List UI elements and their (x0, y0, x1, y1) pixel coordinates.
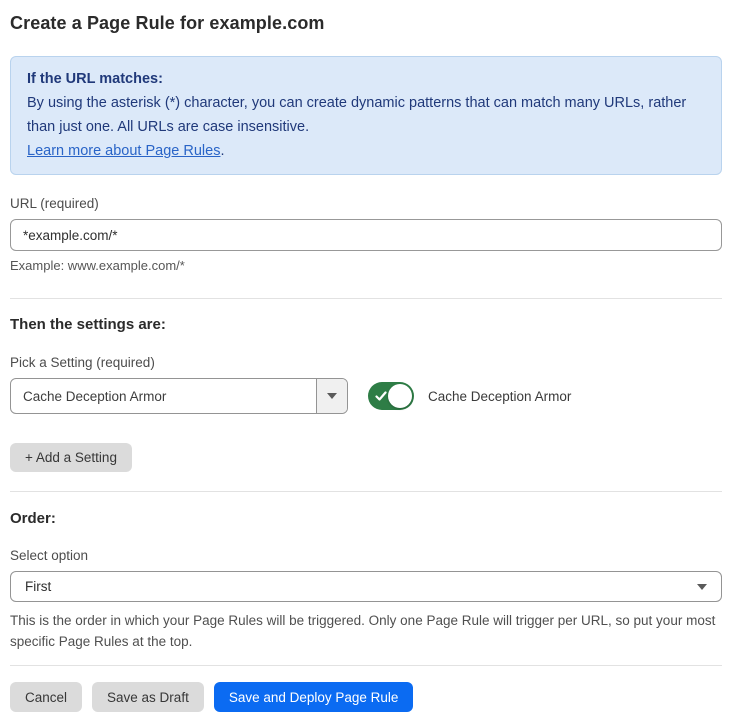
learn-more-link[interactable]: Learn more about Page Rules (27, 143, 220, 159)
setting-toggle-label: Cache Deception Armor (428, 389, 571, 404)
order-select-value: First (25, 579, 51, 594)
info-heading: If the URL matches: (27, 67, 705, 91)
order-helper: This is the order in which your Page Rul… (10, 610, 722, 652)
check-icon (375, 390, 387, 402)
order-select-label: Select option (10, 548, 722, 563)
section-divider (10, 491, 722, 492)
section-divider (10, 665, 722, 666)
dropdown-arrow-icon (327, 393, 337, 399)
setting-picker-value: Cache Deception Armor (11, 379, 316, 413)
setting-row: Cache Deception Armor Cache Deception Ar… (10, 378, 722, 414)
save-draft-button[interactable]: Save as Draft (92, 682, 204, 712)
url-helper: Example: www.example.com/* (10, 258, 722, 273)
footer-actions: Cancel Save as Draft Save and Deploy Pag… (10, 682, 722, 712)
setting-picker-arrow-button[interactable] (316, 379, 347, 413)
section-divider (10, 298, 722, 299)
add-setting-button[interactable]: + Add a Setting (10, 443, 132, 472)
order-heading: Order: (10, 510, 722, 527)
info-callout: If the URL matches: By using the asteris… (10, 56, 722, 175)
info-body: By using the asterisk (*) character, you… (27, 91, 705, 139)
page-title: Create a Page Rule for example.com (10, 13, 722, 34)
toggle-knob (388, 384, 412, 408)
setting-picker-label: Pick a Setting (required) (10, 355, 722, 370)
order-select[interactable]: First (10, 571, 722, 602)
setting-toggle[interactable] (368, 382, 414, 410)
settings-heading: Then the settings are: (10, 316, 722, 333)
info-link-line: Learn more about Page Rules. (27, 139, 705, 163)
save-deploy-button[interactable]: Save and Deploy Page Rule (214, 682, 414, 712)
cancel-button[interactable]: Cancel (10, 682, 82, 712)
setting-picker[interactable]: Cache Deception Armor (10, 378, 348, 414)
url-input[interactable] (10, 219, 722, 251)
url-label: URL (required) (10, 196, 722, 211)
page-rule-form: Create a Page Rule for example.com If th… (0, 0, 750, 712)
select-arrow-icon (697, 584, 707, 590)
link-suffix: . (220, 143, 224, 159)
